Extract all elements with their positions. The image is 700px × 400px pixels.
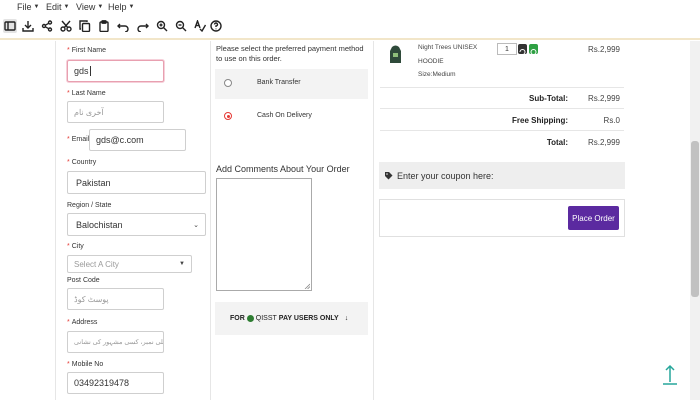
- column-divider: [210, 41, 211, 400]
- total-value: Rs.2,999: [587, 138, 620, 147]
- caret-down-icon: ▼: [63, 4, 70, 10]
- place-order-button[interactable]: Place Order: [568, 206, 619, 230]
- checkout-page: * First Name gds * Last Name آخری نام * Ema…: [0, 41, 690, 400]
- divider: [380, 108, 624, 109]
- menu-view[interactable]: View ▼: [76, 2, 103, 12]
- download-icon[interactable]: [21, 19, 35, 33]
- first-name-input[interactable]: gds: [67, 60, 164, 82]
- help-icon[interactable]: [209, 19, 223, 33]
- comments-title: Add Comments About Your Order: [216, 164, 350, 174]
- payment-option-bank-transfer[interactable]: Bank Transfer: [215, 69, 368, 99]
- menu-file[interactable]: File ▼: [17, 2, 39, 12]
- panel-icon[interactable]: [3, 19, 17, 33]
- total-label: Total:: [546, 138, 568, 147]
- menu-help[interactable]: Help ▼: [108, 2, 134, 12]
- subtotal-value: Rs.2,999: [587, 94, 620, 103]
- product-thumbnail: [390, 45, 401, 63]
- country-input[interactable]: Pakistan: [67, 171, 206, 194]
- shipping-value: Rs.0: [603, 116, 620, 125]
- last-name-input[interactable]: آخری نام: [67, 101, 164, 123]
- post-code-input[interactable]: پوسٹ کوڈ: [67, 288, 164, 310]
- subtotal-label: Sub-Total:: [529, 94, 568, 103]
- last-name-label: * Last Name: [67, 90, 106, 97]
- arrow-down-icon: ↓: [344, 315, 349, 322]
- caret-down-icon: ▼: [179, 261, 185, 267]
- country-label: * Country: [67, 159, 97, 166]
- text-cursor: [89, 66, 91, 76]
- caret-down-icon: ▼: [128, 4, 135, 10]
- redo-icon[interactable]: [136, 19, 150, 33]
- product-price: Rs.2,999: [587, 45, 620, 54]
- scrollbar-thumb[interactable]: [691, 141, 699, 297]
- email-input[interactable]: gds@c.com: [89, 129, 186, 151]
- qisst-logo-icon: [246, 315, 254, 322]
- zoom-out-icon[interactable]: [174, 19, 188, 33]
- address-label: * Address: [67, 319, 98, 326]
- comments-textarea[interactable]: [216, 178, 312, 291]
- undo-icon[interactable]: [116, 19, 130, 33]
- coupon-toggle[interactable]: Enter your coupon here:: [379, 162, 625, 189]
- tag-icon: [385, 172, 393, 180]
- radio-button[interactable]: [224, 79, 232, 87]
- zoom-in-icon[interactable]: [155, 19, 169, 33]
- share-icon[interactable]: [40, 19, 54, 33]
- post-code-label: Post Code: [67, 277, 100, 284]
- product-name: Night Trees UNISEX: [418, 44, 478, 51]
- menu-edit[interactable]: Edit ▼: [46, 2, 69, 12]
- vertical-scrollbar[interactable]: [690, 41, 700, 400]
- quantity-input[interactable]: 1: [497, 43, 517, 55]
- add-quantity-icon[interactable]: [529, 44, 538, 55]
- cut-icon[interactable]: [59, 19, 73, 33]
- payment-method-title: Please select the preferred payment meth…: [216, 44, 364, 63]
- refresh-quantity-icon[interactable]: [518, 44, 527, 55]
- column-divider: [373, 41, 374, 400]
- scroll-to-top-icon[interactable]: [661, 363, 679, 387]
- region-label: Region / State: [67, 202, 112, 209]
- email-label: * Email: [67, 136, 90, 143]
- menu-bar: File ▼ Edit ▼ View ▼ Help ▼: [0, 0, 700, 14]
- product-name-line2: HOODIE: [418, 58, 444, 65]
- payment-option-cash-on-delivery[interactable]: Cash On Delivery: [215, 102, 368, 132]
- first-name-label: * First Name: [67, 47, 106, 54]
- city-label: * City: [67, 243, 84, 250]
- divider: [380, 130, 624, 131]
- caret-down-icon: ▼: [97, 4, 104, 10]
- mobile-input[interactable]: 03492319478: [67, 372, 164, 394]
- chevron-down-icon: ⌄: [193, 221, 199, 229]
- toolbar: [0, 14, 700, 40]
- radio-button-selected[interactable]: [224, 112, 232, 120]
- paste-icon[interactable]: [97, 19, 111, 33]
- qisst-pay-banner[interactable]: FOR QISST PAY USERS ONLY ↓: [215, 302, 368, 335]
- spellcheck-icon[interactable]: [193, 19, 207, 33]
- address-input[interactable]: ر ، گلی نمبر، کسی مشہور کی نشانی: [67, 331, 164, 353]
- column-divider: [55, 41, 56, 400]
- copy-icon[interactable]: [78, 19, 92, 33]
- resize-handle-icon[interactable]: [304, 283, 310, 289]
- mobile-label: * Mobile No: [67, 361, 104, 368]
- shipping-label: Free Shipping:: [512, 116, 568, 125]
- city-select[interactable]: Select A City ▼: [67, 255, 192, 273]
- product-size: Size:Medium: [418, 71, 456, 78]
- region-select[interactable]: Balochistan ⌄: [67, 213, 206, 236]
- divider: [380, 87, 624, 88]
- caret-down-icon: ▼: [33, 4, 40, 10]
